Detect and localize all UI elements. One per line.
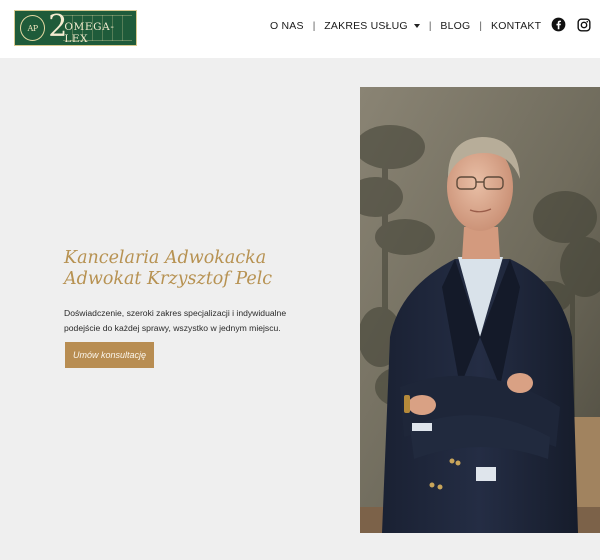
lawyer-portrait-photo (360, 87, 600, 533)
main-navigation: O NAS | ZAKRES USŁUG | BLOG | KONTAKT (270, 18, 541, 34)
nav-separator: | (312, 20, 316, 32)
nav-item-label: BLOG (440, 20, 471, 32)
nav-item-zakres-uslug[interactable]: ZAKRES USŁUG (324, 20, 420, 32)
nav-item-label: KONTAKT (491, 20, 542, 32)
logo-wordmark: OMEGA-LEX (64, 21, 115, 45)
nav-item-o-nas[interactable]: O NAS (270, 20, 304, 32)
nav-item-label: O NAS (270, 20, 304, 32)
logo-emblem-text: AP (27, 23, 39, 33)
chevron-down-icon (413, 24, 420, 28)
hero-title: Kancelaria Adwokacka Adwokat Krzysztof P… (64, 248, 272, 290)
nav-item-label: ZAKRES USŁUG (324, 20, 408, 32)
book-consultation-button[interactable]: Umów konsultację (65, 342, 154, 368)
facebook-icon[interactable] (551, 17, 566, 32)
logo-emblem: AP (20, 15, 46, 41)
nav-item-kontakt[interactable]: KONTAKT (491, 20, 541, 32)
omega-lex-logo[interactable]: AP 2 OMEGA-LEX (14, 10, 137, 46)
site-header: AP 2 OMEGA-LEX O NAS | ZAKRES USŁUG | BL… (0, 0, 600, 58)
hero-title-line-2: Adwokat Krzysztof Pelc (64, 269, 273, 289)
nav-separator: | (479, 20, 483, 32)
instagram-icon[interactable] (576, 17, 591, 32)
hero-description: Doświadczenie, szeroki zakres specjaliza… (64, 308, 287, 333)
nav-separator: | (428, 20, 432, 32)
hero-title-line-1: Kancelaria Adwokacka (64, 248, 267, 268)
nav-item-blog[interactable]: BLOG (440, 20, 470, 32)
portrait-illustration (360, 87, 600, 533)
